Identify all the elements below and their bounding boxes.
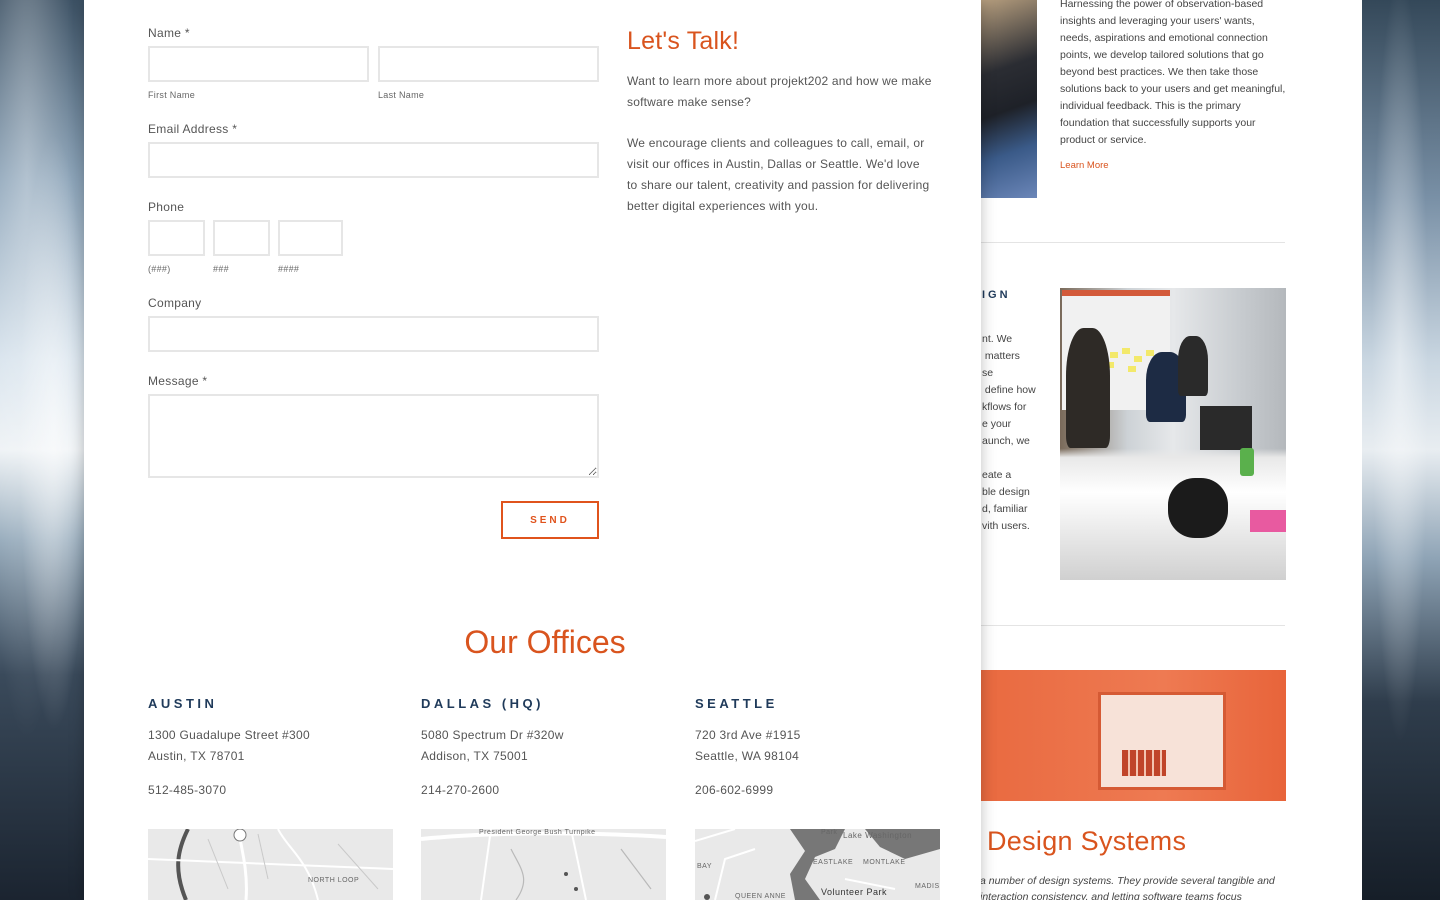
map-label: Volunteer Park xyxy=(821,887,888,897)
map-label: President George Bush Turnpike xyxy=(479,829,596,836)
email-input[interactable] xyxy=(148,142,599,178)
map-label: EASTLAKE xyxy=(813,859,854,866)
first-name-caption: First Name xyxy=(148,90,196,100)
laptop xyxy=(1200,406,1252,450)
background-photo-workshop xyxy=(1060,288,1286,580)
map-label: QUEEN ANNE xyxy=(735,893,786,900)
lets-talk-intro: Want to learn more about projekt202 and … xyxy=(627,74,932,109)
last-name-input[interactable] xyxy=(378,46,599,82)
learn-more-link[interactable]: Learn More xyxy=(1060,160,1109,171)
background-scenery-right xyxy=(1360,0,1440,900)
phone-prefix-input[interactable] xyxy=(213,220,270,256)
offices-title: Our Offices xyxy=(464,624,626,660)
background-divider xyxy=(980,625,1285,626)
background-photo-laptop xyxy=(980,670,1286,801)
phone-area-input[interactable] xyxy=(148,220,205,256)
design-systems-text: a number of design systems. They provide… xyxy=(980,875,1275,900)
office-city-dallas: DALLAS (HQ) xyxy=(421,696,544,711)
email-label: Email Address * xyxy=(148,122,238,136)
office-city-austin: AUSTIN xyxy=(148,696,218,711)
background-intro-text: Harnessing the power of observation-base… xyxy=(1060,0,1286,146)
phone-prefix-caption: ### xyxy=(213,264,229,274)
background-section-text: nt. We matters se define how kflows for … xyxy=(982,333,1036,532)
map-seattle[interactable]: Lake Washington Park EASTLAKE MONTLAKE Q… xyxy=(695,829,940,900)
map-label: MONTLAKE xyxy=(863,859,906,866)
map-dallas[interactable]: President George Bush Turnpike xyxy=(421,829,666,900)
person xyxy=(1066,328,1110,448)
company-input[interactable] xyxy=(148,316,599,352)
map-label: Park xyxy=(821,829,838,836)
map-label: BAY xyxy=(697,863,712,870)
message-textarea[interactable] xyxy=(148,394,599,478)
last-name-caption: Last Name xyxy=(378,90,425,100)
name-label: Name * xyxy=(148,26,190,40)
map-austin[interactable]: NORTH LOOP xyxy=(148,829,393,900)
message-label: Message * xyxy=(148,374,208,388)
folder xyxy=(1250,510,1286,532)
company-label: Company xyxy=(148,296,202,310)
office-address-line1: 5080 Spectrum Dr #320w xyxy=(421,728,564,742)
first-name-input[interactable] xyxy=(148,46,369,82)
send-button[interactable]: SEND xyxy=(501,501,599,539)
background-section-heading: IGN xyxy=(982,289,1011,301)
office-address-line1: 1300 Guadalupe Street #300 xyxy=(148,728,310,742)
office-address-line2: Addison, TX 75001 xyxy=(421,749,528,763)
phone-area-caption: (###) xyxy=(148,264,171,274)
phone-line-input[interactable] xyxy=(278,220,343,256)
laptop-grid xyxy=(1122,750,1166,776)
office-city-seattle: SEATTLE xyxy=(695,696,778,711)
lets-talk-body: We encourage clients and colleagues to c… xyxy=(627,136,930,213)
handbag xyxy=(1168,478,1228,538)
office-address-line1: 720 3rd Ave #1915 xyxy=(695,728,801,742)
background-scenery-left xyxy=(0,0,90,900)
contact-card: Name * First Name Last Name Email Addres… xyxy=(84,0,981,900)
office-phone[interactable]: 512-485-3070 xyxy=(148,783,226,797)
design-systems-title: Design Systems xyxy=(987,826,1187,856)
person xyxy=(1178,336,1208,396)
office-phone[interactable]: 214-270-2600 xyxy=(421,783,499,797)
lets-talk-title: Let's Talk! xyxy=(627,27,740,55)
bottle xyxy=(1240,448,1254,476)
phone-label: Phone xyxy=(148,200,185,214)
map-label: NORTH LOOP xyxy=(308,877,360,884)
office-address-line2: Seattle, WA 98104 xyxy=(695,749,800,763)
map-label: MADIS xyxy=(915,883,940,890)
background-divider xyxy=(980,242,1285,243)
office-address-line2: Austin, TX 78701 xyxy=(148,749,245,763)
map-label: Lake Washington xyxy=(843,831,913,840)
office-phone[interactable]: 206-602-6999 xyxy=(695,783,773,797)
background-photo-people xyxy=(980,0,1037,198)
phone-line-caption: #### xyxy=(278,264,300,274)
